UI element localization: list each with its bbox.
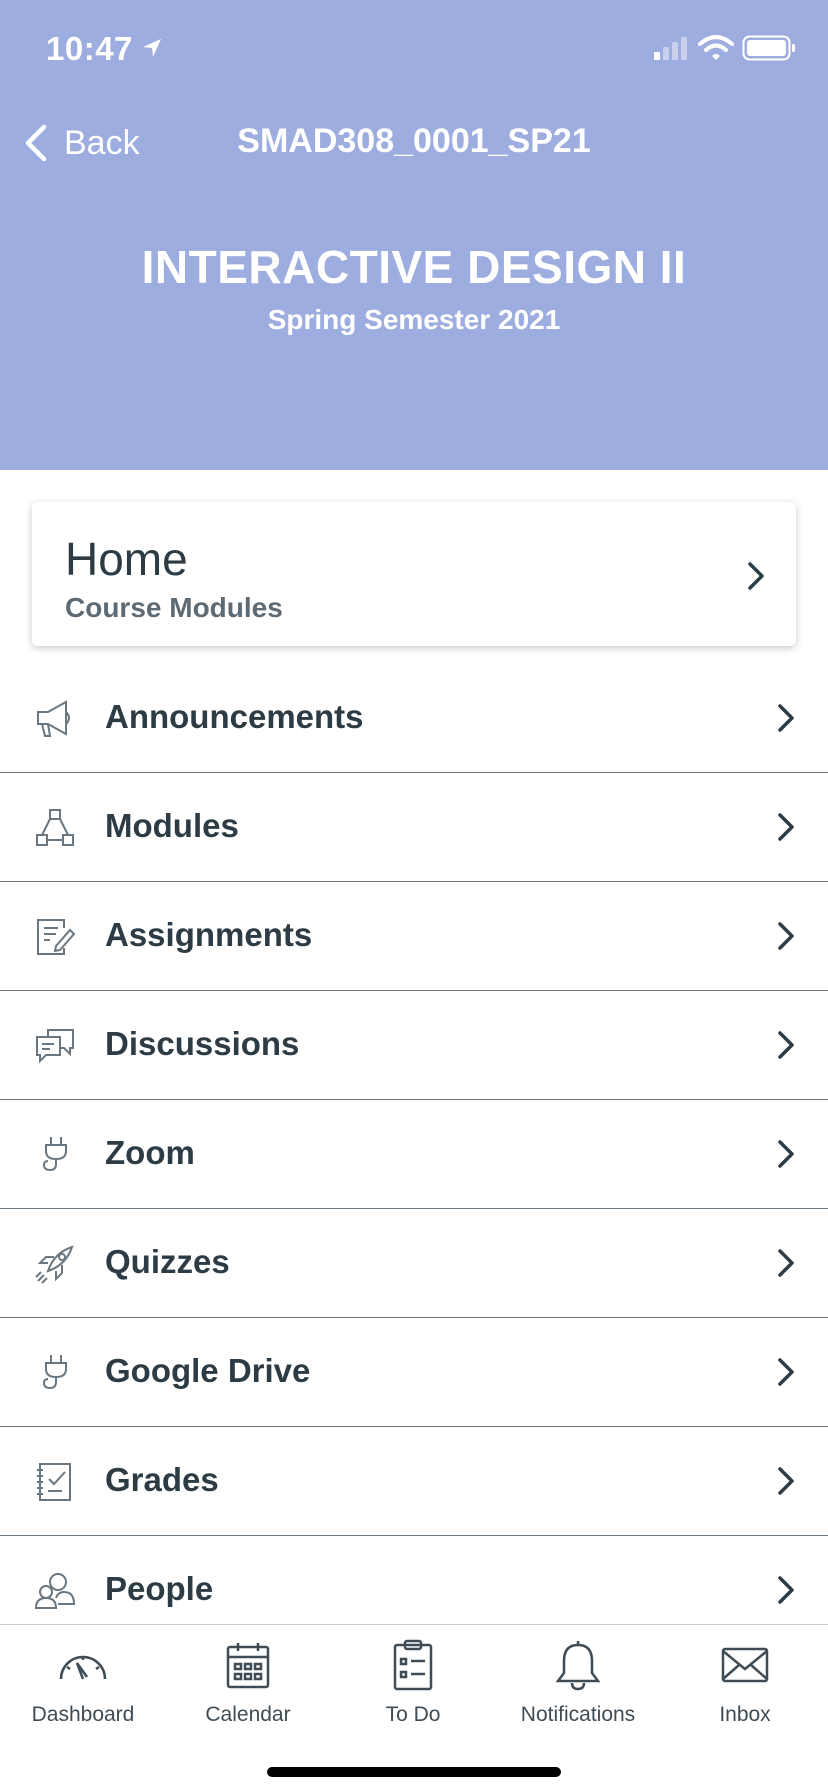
menu-item-zoom[interactable]: Zoom [0,1100,828,1209]
menu-label: Quizzes [105,1243,230,1280]
tab-label: Inbox [719,1703,771,1726]
tab-dashboard[interactable]: Dashboard [0,1639,166,1739]
menu-item-grades[interactable]: Grades [0,1427,828,1536]
plug-icon [42,1137,67,1172]
menu-item-modules[interactable]: Modules [0,773,828,882]
menu-label: Announcements [105,698,364,735]
calendar-icon [226,1643,270,1689]
battery-icon [742,35,795,61]
tab-notifications[interactable]: Notifications [495,1639,661,1739]
menu-label: Google Drive [105,1352,311,1389]
todo-icon [393,1639,433,1691]
menu-item-quizzes[interactable]: Quizzes [0,1209,828,1318]
tab-label: Dashboard [31,1703,135,1726]
course-title: INTERACTIVE DESIGN II [141,241,687,293]
plug-icon [42,1355,67,1390]
menu-label: People [105,1570,214,1607]
course-header: 10:47 Back SMAD308_0001_SP21 INTERACTIVE… [0,0,828,470]
chevron-right-icon [778,813,794,841]
menu-label: Discussions [105,1025,300,1062]
home-subtitle: Course Modules [65,592,283,623]
chevron-right-icon [778,1031,794,1059]
assignment-icon [37,919,76,955]
menu-label: Zoom [105,1134,195,1171]
rocket-icon [35,1245,74,1284]
menu-item-announcements[interactable]: Announcements [0,664,828,773]
location-arrow-icon [143,39,161,57]
dashboard-icon [59,1655,107,1680]
tab-label: Notifications [520,1703,636,1726]
tab-label: To Do [385,1703,441,1726]
tab-label: Calendar [205,1703,291,1726]
chevron-right-icon [778,1249,794,1277]
home-title: Home [65,533,188,585]
course-subtitle: Spring Semester 2021 [267,304,561,335]
menu-item-assignments[interactable]: Assignments [0,882,828,991]
envelope-icon [721,1647,769,1683]
course-menu: Announcements Modules Assignments Discus… [0,664,828,1645]
home-indicator[interactable] [267,1767,561,1777]
menu-label: Modules [105,807,239,844]
chevron-right-icon [778,1358,794,1386]
tab-inbox[interactable]: Inbox [662,1639,828,1739]
chevron-right-icon [778,922,794,950]
chevron-right-icon [778,1467,794,1495]
cellular-signal-icon [654,37,687,60]
menu-label: Assignments [105,916,313,953]
chevron-right-icon [778,704,794,732]
status-time: 10:47 [46,30,133,67]
menu-label: Grades [105,1461,219,1498]
bell-icon [555,1641,601,1691]
chevron-right-icon [778,1140,794,1168]
tab-todo[interactable]: To Do [330,1639,496,1739]
navigation-bar: Back SMAD308_0001_SP21 [0,110,828,172]
menu-item-google-drive[interactable]: Google Drive [0,1318,828,1427]
modules-icon [36,809,74,846]
gradebook-icon [37,1463,71,1501]
chevron-right-icon [778,1576,794,1604]
discussion-icon [36,1029,74,1064]
people-icon [34,1573,76,1609]
tab-calendar[interactable]: Calendar [165,1639,331,1739]
wifi-icon [698,35,734,60]
menu-item-discussions[interactable]: Discussions [0,991,828,1100]
chevron-right-icon [748,562,764,590]
status-bar: 10:47 [0,0,828,100]
megaphone-icon [37,700,70,737]
home-card[interactable]: Home Course Modules [32,502,796,646]
nav-title: SMAD308_0001_SP21 [237,122,591,160]
